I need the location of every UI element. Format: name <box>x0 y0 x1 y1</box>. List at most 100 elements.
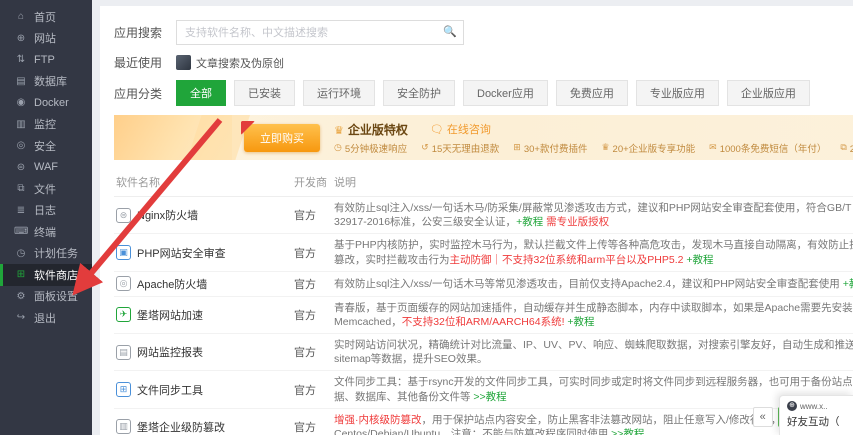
developer-cell: 官方 <box>292 334 332 371</box>
developer-cell: 官方 <box>292 408 332 435</box>
buy-now-button[interactable]: 立即购买 <box>244 124 320 152</box>
sidebar: ⌂首页⊕网站⇅FTP▤数据库◉Docker▥监控◎安全⊜WAF⧉文件≣日志⌨终端… <box>0 0 92 435</box>
column-header-1: 软件名称 <box>114 170 292 197</box>
crown-icon: ♛ <box>334 125 344 137</box>
waf-icon: ⊜ <box>14 162 28 173</box>
banner-art <box>114 115 232 160</box>
sidebar-item-12[interactable]: ◷计划任务 <box>0 243 92 265</box>
sidebar-item-8[interactable]: ⊜WAF <box>0 157 92 179</box>
app-name-link[interactable]: ▣PHP网站安全审查 <box>116 245 290 261</box>
desc-segment: 增强·内核级防篡改 <box>334 414 422 426</box>
category-tab-2[interactable]: 已安装 <box>234 80 295 106</box>
desc-segment: 不支持32位和ARM/AARCH64系统! <box>402 316 568 328</box>
app-icon: ⊜ <box>116 208 131 223</box>
notification-popup[interactable]: ⊕ www.x.. 好友互动（ <box>779 395 853 435</box>
enterprise-banner: 立即购买 ♛企业版特权 🗨 在线咨询 ◷5分钟极速响应↺15天无理由退款⊞30+… <box>114 115 853 160</box>
category-tab-7[interactable]: 专业版应用 <box>636 80 719 106</box>
category-tabs: 全部已安装运行环境安全防护 Docker应用免费应用专业版应用企业版应用 <box>176 80 810 106</box>
banner-content: ♛企业版特权 🗨 在线咨询 ◷5分钟极速响应↺15天无理由退款⊞30+款付费插件… <box>334 121 853 155</box>
developer-cell: 官方 <box>292 371 332 408</box>
tutorial-link[interactable]: +教程 <box>516 216 546 228</box>
category-tab-6[interactable]: 免费应用 <box>556 80 628 106</box>
table-row: ▣PHP网站安全审查官方基于PHP内核防护，实时监控木马行为，默认拦截文件上传等… <box>114 234 853 271</box>
banner-features: ◷5分钟极速响应 ↺15天无理由退款 ⊞30+款付费插件 ♛20+企业版专享功能 ✉10… <box>334 141 853 155</box>
table-row: ▤网站监控报表官方实时网站访问状况，精确统计对比流量、IP、UV、PV、响应、蜘… <box>114 334 853 371</box>
app-icon: ▤ <box>116 345 131 360</box>
sidebar-item-15[interactable]: ↪退出 <box>0 307 92 329</box>
sidebar-item-5[interactable]: ◉Docker <box>0 92 92 114</box>
developer-cell: 官方 <box>292 296 332 333</box>
app-icon: ▣ <box>116 245 131 260</box>
table-row: ⊞文件同步工具官方文件同步工具：基于rsync开发的文件同步工具，可实时同步或定… <box>114 371 853 408</box>
category-tab-3[interactable]: 运行环境 <box>303 80 375 106</box>
category-tab-8[interactable]: 企业版应用 <box>727 80 810 106</box>
sidebar-item-7[interactable]: ◎安全 <box>0 135 92 157</box>
sidebar-item-1[interactable]: ⌂首页 <box>0 6 92 28</box>
table-row: ▥堡塔企业级防篡改官方增强·内核级防篡改，用于保护站点内容安全，防止黑客非法篡改… <box>114 408 853 435</box>
recent-label: 最近使用 <box>114 54 176 71</box>
search-input[interactable] <box>176 20 464 45</box>
description-cell: 青春版，基于页面缓存的网站加速插件，自动缓存并生成静态脚本，内存中读取脚本，如果… <box>334 301 853 329</box>
description-cell: 文件同步工具：基于rsync开发的文件同步工具，可实时同步或定时将文件同步到远程… <box>334 375 853 403</box>
desc-segment: 文件同步工具：基于rsync开发的文件同步工具，可实时同步或定时将文件同步到远程… <box>334 376 853 402</box>
feature-icon: ♛ <box>601 142 609 153</box>
sidebar-item-2[interactable]: ⊕网站 <box>0 28 92 50</box>
main-area: 应用搜索 🔍 最近使用 文章搜索及伪原创 应用分类 全部已安装运行环境安全防护D… <box>92 0 853 435</box>
prev-page-button[interactable]: « <box>753 407 773 427</box>
terminal-icon: ⌨ <box>14 226 28 237</box>
app-name-link[interactable]: ▤网站监控报表 <box>116 344 290 360</box>
sidebar-item-13[interactable]: ⊞软件商店 <box>0 264 92 286</box>
banner-feature-5: ✉1000条免费短信（年付） <box>709 141 826 155</box>
app-name-link[interactable]: ✈堡塔网站加速 <box>116 307 290 323</box>
desc-segment: 需专业版授权 <box>546 216 609 228</box>
app-icon: ◎ <box>116 276 131 291</box>
feature-icon: ✉ <box>709 142 717 153</box>
sidebar-item-6[interactable]: ▥监控 <box>0 114 92 136</box>
app-name-link[interactable]: ▥堡塔企业级防篡改 <box>116 419 290 435</box>
developer-cell: 官方 <box>292 271 332 296</box>
recent-item-label: 文章搜索及伪原创 <box>196 55 284 71</box>
banner-feature-2: ↺15天无理由退款 <box>421 141 499 155</box>
tutorial-link[interactable]: +教程 <box>843 278 853 290</box>
online-consult-link[interactable]: 🗨 在线咨询 <box>430 121 491 137</box>
tutorial-link[interactable]: +教程 <box>686 254 713 266</box>
app-name-link[interactable]: ◎Apache防火墙 <box>116 276 290 292</box>
feature-icon: ◷ <box>334 142 342 153</box>
category-tab-1[interactable]: 全部 <box>176 80 226 106</box>
column-header-3: 说明 <box>332 170 853 197</box>
column-header-2: 开发商 <box>292 170 332 197</box>
search-icon[interactable]: 🔍 <box>443 25 457 38</box>
files-icon: ⧉ <box>14 183 28 194</box>
sidebar-item-4[interactable]: ▤数据库 <box>0 71 92 93</box>
database-icon: ▤ <box>14 76 28 87</box>
website-icon: ⊕ <box>14 33 28 44</box>
feature-icon: ⧉ <box>840 142 846 153</box>
tutorial-link[interactable]: >>教程 <box>611 428 644 435</box>
home-icon: ⌂ <box>14 11 28 22</box>
tutorial-link[interactable]: >>教程 <box>473 391 506 403</box>
sidebar-item-11[interactable]: ⌨终端 <box>0 221 92 243</box>
sidebar-item-3[interactable]: ⇅FTP <box>0 49 92 71</box>
sidebar-item-9[interactable]: ⧉文件 <box>0 178 92 200</box>
banner-feature-3: ⊞30+款付费插件 <box>513 141 587 155</box>
tutorial-link[interactable]: +教程 <box>567 316 594 328</box>
recent-item[interactable]: 文章搜索及伪原创 <box>176 55 284 71</box>
sidebar-item-14[interactable]: ⚙面板设置 <box>0 286 92 308</box>
category-tab-5[interactable]: Docker应用 <box>463 80 548 106</box>
banner-feature-1: ◷5分钟极速响应 <box>334 141 407 155</box>
app-name-link[interactable]: ⊜Nginx防火墙 <box>116 207 290 223</box>
software-table: 软件名称开发商说明价格/天到期时间位置状态 ⊜Nginx防火墙官方有效防止sql… <box>114 170 853 435</box>
banner-feature-6: ⧉2张SSL商用证书（年付） <box>840 141 853 155</box>
description-cell: 实时网站访问状况，精确统计对比流量、IP、UV、PV、响应、蜘蛛爬取数据，对搜索… <box>334 338 853 366</box>
desc-segment: 主动防御｜不支持32位系统和arm平台以及PHP5.2 <box>450 254 687 266</box>
table-row: ◎Apache防火墙官方有效防止sql注入/xss/一句话木马等常见渗透攻击，目… <box>114 271 853 296</box>
category-label: 应用分类 <box>114 85 176 102</box>
app-name-link[interactable]: ⊞文件同步工具 <box>116 382 290 398</box>
sidebar-item-10[interactable]: ≣日志 <box>0 200 92 222</box>
developer-cell: 官方 <box>292 234 332 271</box>
description-cell: 有效防止sql注入/xss/一句话木马/防采集/屏蔽常见渗透攻击方式，建议和PH… <box>334 201 853 229</box>
app-window: ⌂首页⊕网站⇅FTP▤数据库◉Docker▥监控◎安全⊜WAF⧉文件≣日志⌨终端… <box>0 0 853 435</box>
ftp-icon: ⇅ <box>14 54 28 65</box>
banner-feature-4: ♛20+企业版专享功能 <box>601 141 695 155</box>
category-tab-4[interactable]: 安全防护 <box>383 80 455 106</box>
